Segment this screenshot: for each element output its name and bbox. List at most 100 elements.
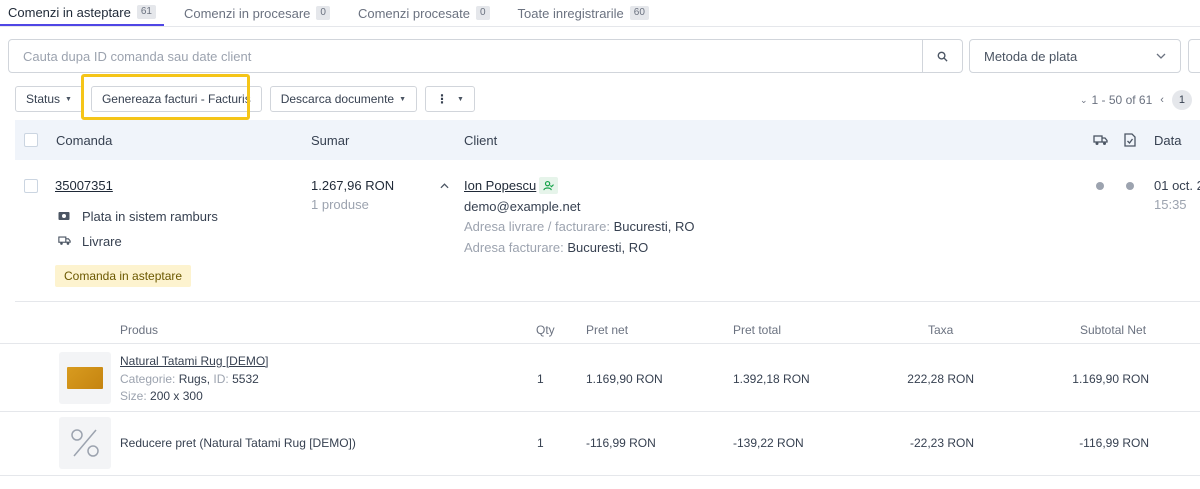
billing-address-value: Bucuresti, RO bbox=[567, 240, 649, 255]
column-header-client: Client bbox=[464, 133, 498, 148]
product-tax: 222,28 RON bbox=[907, 372, 974, 386]
tab-processing-orders[interactable]: Comenzi in procesare 0 bbox=[176, 0, 338, 26]
select-placeholder: Metoda de plata bbox=[984, 48, 1078, 64]
column-header-summary: Sumar bbox=[311, 133, 350, 148]
payment-method-select[interactable]: Metoda de plata bbox=[969, 39, 1181, 73]
category-value: Rugs bbox=[178, 372, 207, 386]
product-net-price: 1.169,90 RON bbox=[586, 372, 663, 386]
pagination-range: 1 - 50 of 61 bbox=[1091, 93, 1153, 107]
truck-icon bbox=[58, 236, 71, 245]
cash-icon bbox=[58, 212, 70, 220]
actions-toolbar: Status ▼ Genereaza facturi - Facturis Des… bbox=[15, 86, 483, 112]
product-total-price: -139,22 RON bbox=[733, 436, 804, 450]
billing-address-label: Adresa facturare: bbox=[464, 240, 564, 255]
billing-address: Adresa facturare: Bucuresti, RO bbox=[464, 240, 648, 255]
products-table-header: Produs Qty Pret net Pret total Taxa Subt… bbox=[0, 318, 1200, 344]
products-header-qty: Qty bbox=[536, 323, 555, 337]
products-header-net-price: Pret net bbox=[586, 323, 629, 337]
products-count: 1 produse bbox=[311, 197, 369, 212]
document-check-icon bbox=[1124, 133, 1136, 147]
product-id-value: 5532 bbox=[232, 372, 259, 386]
order-date: 01 oct. 2 bbox=[1154, 178, 1200, 193]
size-label: Size: bbox=[120, 389, 147, 403]
vertical-dots-icon: ⋮ bbox=[436, 92, 449, 106]
payment-method-text: Plata in sistem ramburs bbox=[82, 209, 218, 224]
order-row: 35007351 Plata in sistem ramburs Livrare… bbox=[15, 160, 1200, 302]
shipping-address-value: Bucuresti, RO bbox=[613, 219, 695, 234]
product-id-label: ID: bbox=[213, 372, 229, 386]
column-header-date[interactable]: Data bbox=[1154, 133, 1181, 148]
button-label: Status bbox=[26, 92, 61, 106]
product-subtotal: -116,99 RON bbox=[1079, 436, 1149, 450]
product-thumbnail bbox=[59, 352, 111, 404]
product-tax: -22,23 RON bbox=[909, 436, 974, 450]
order-checkbox[interactable] bbox=[24, 179, 38, 193]
product-name-link[interactable]: Natural Tatami Rug [DEMO] bbox=[120, 354, 269, 368]
delivery-method-text: Livrare bbox=[82, 234, 122, 249]
order-tabs: Comenzi in asteptare 61 Comenzi in proce… bbox=[0, 0, 1200, 27]
tab-label: Comenzi procesate bbox=[357, 5, 470, 21]
caret-down-icon: ▼ bbox=[65, 95, 72, 103]
client-name-link[interactable]: Ion Popescu bbox=[464, 178, 536, 193]
search-input[interactable]: Cauta dupa ID comanda sau date client bbox=[8, 39, 923, 73]
product-subtotal: 1.169,90 RON bbox=[1072, 372, 1149, 386]
status-dropdown-button[interactable]: Status ▼ bbox=[15, 86, 83, 112]
download-documents-button[interactable]: Descarca documente ▼ bbox=[269, 86, 418, 112]
caret-down-icon: ▼ bbox=[457, 95, 464, 103]
discount-name: Reducere pret (Natural Tatami Rug [DEMO]… bbox=[120, 436, 356, 450]
column-header-order[interactable]: Comanda bbox=[56, 133, 112, 148]
products-header-tax: Taxa bbox=[928, 323, 954, 337]
generate-invoices-button[interactable]: Genereaza facturi - Facturis bbox=[90, 86, 262, 112]
shipping-address-label: Adresa livrare / facturare: bbox=[464, 219, 610, 234]
pagination: ⌄ 1 - 50 of 61 ‹ 1 bbox=[1080, 90, 1192, 110]
tab-processed-orders[interactable]: Comenzi procesate 0 bbox=[350, 0, 498, 26]
tab-pending-orders[interactable]: Comenzi in asteptare 61 bbox=[0, 0, 164, 26]
client-email: demo@example.net bbox=[464, 199, 581, 214]
discount-thumbnail bbox=[59, 417, 111, 469]
page-number-button[interactable]: 1 bbox=[1171, 90, 1192, 110]
product-qty: 1 bbox=[537, 436, 544, 450]
category-label: Categorie: bbox=[120, 372, 176, 386]
user-check-icon bbox=[543, 180, 554, 191]
rug-image bbox=[67, 367, 103, 389]
chevron-down-icon bbox=[1156, 53, 1166, 59]
products-header-total-price: Pret total bbox=[733, 323, 782, 337]
more-actions-button[interactable]: ⋮ ▼ bbox=[425, 86, 475, 112]
tab-count-badge: 0 bbox=[475, 6, 490, 20]
percent-icon bbox=[71, 429, 99, 457]
shipping-address: Adresa livrare / facturare: Bucuresti, R… bbox=[464, 219, 695, 234]
search-bar: Cauta dupa ID comanda sau date client bbox=[8, 39, 963, 73]
product-size: Size: 200 x 300 bbox=[120, 389, 203, 403]
chevron-down-icon[interactable]: ⌄ bbox=[1080, 95, 1088, 106]
tab-count-badge: 61 bbox=[136, 5, 156, 19]
product-row: Reducere pret (Natural Tatami Rug [DEMO]… bbox=[0, 412, 1200, 476]
secondary-filter-select[interactable] bbox=[1188, 39, 1200, 73]
tab-label: Comenzi in procesare bbox=[183, 5, 311, 21]
caret-down-icon: ▼ bbox=[399, 95, 407, 103]
product-qty: 1 bbox=[537, 372, 544, 386]
product-total-price: 1.392,18 RON bbox=[733, 372, 810, 386]
client-verified-badge bbox=[539, 177, 558, 194]
order-status-badge: Comanda in asteptare bbox=[55, 265, 192, 287]
search-placeholder: Cauta dupa ID comanda sau date client bbox=[23, 48, 252, 64]
search-button[interactable] bbox=[923, 39, 963, 73]
product-row: Natural Tatami Rug [DEMO] Categorie: Rug… bbox=[0, 344, 1200, 412]
order-time: 15:35 bbox=[1154, 197, 1187, 212]
product-category: Categorie: Rugs, ID: 5532 bbox=[120, 372, 259, 386]
tab-all-records[interactable]: Toate inregistrarile 60 bbox=[510, 0, 657, 26]
select-all-checkbox[interactable] bbox=[24, 133, 38, 147]
invoice-status-dot bbox=[1126, 182, 1134, 190]
tab-count-badge: 0 bbox=[316, 6, 330, 20]
products-header-product: Produs bbox=[120, 323, 159, 337]
tab-count-badge: 60 bbox=[629, 6, 649, 20]
search-icon bbox=[937, 51, 948, 62]
shipping-status-dot bbox=[1096, 182, 1104, 190]
button-label: Genereaza facturi - Facturis bbox=[101, 92, 251, 106]
chevron-left-icon[interactable]: ‹ bbox=[1160, 94, 1164, 106]
tab-label: Comenzi in asteptare bbox=[8, 4, 131, 20]
size-value: 200 x 300 bbox=[150, 389, 203, 403]
chevron-up-icon[interactable] bbox=[440, 183, 449, 189]
button-label: Descarca documente bbox=[280, 92, 395, 106]
order-id-link[interactable]: 35007351 bbox=[55, 178, 113, 193]
order-total: 1.267,96 RON bbox=[311, 178, 395, 193]
